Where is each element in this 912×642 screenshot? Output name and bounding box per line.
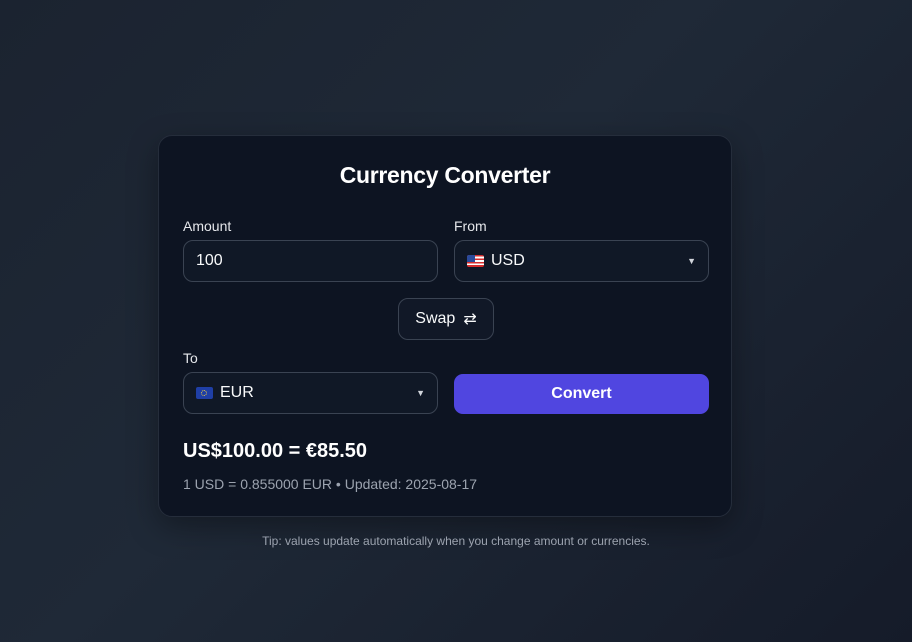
convert-button[interactable]: Convert xyxy=(454,374,709,414)
amount-label: Amount xyxy=(183,218,232,234)
chevron-down-icon: ▼ xyxy=(687,256,696,266)
swap-button[interactable]: Swap ⇄ xyxy=(398,298,494,340)
to-currency-value: EUR xyxy=(220,384,254,401)
to-currency-select[interactable]: EUR ▼ xyxy=(183,372,438,414)
exchange-rate-info: 1 USD = 0.855000 EUR • Updated: 2025-08-… xyxy=(183,476,478,492)
page-title: Currency Converter xyxy=(339,162,551,188)
from-label: From xyxy=(454,218,487,234)
converter-card: Currency Converter Amount From USD ▼ Swa… xyxy=(158,135,732,517)
swap-button-label: Swap xyxy=(415,310,456,327)
chevron-down-icon: ▼ xyxy=(416,388,425,398)
to-label: To xyxy=(183,350,198,366)
amount-field[interactable] xyxy=(183,240,438,282)
from-currency-value: USD xyxy=(491,252,525,269)
amount-input[interactable] xyxy=(196,252,425,270)
from-currency-select[interactable]: USD ▼ xyxy=(454,240,709,282)
us-flag-icon xyxy=(467,255,484,267)
eu-flag-icon xyxy=(196,387,213,399)
swap-arrows-icon: ⇄ xyxy=(463,311,477,328)
tip-text: Tip: values update automatically when yo… xyxy=(262,534,650,548)
conversion-result: US$100.00 = €85.50 xyxy=(183,440,368,462)
